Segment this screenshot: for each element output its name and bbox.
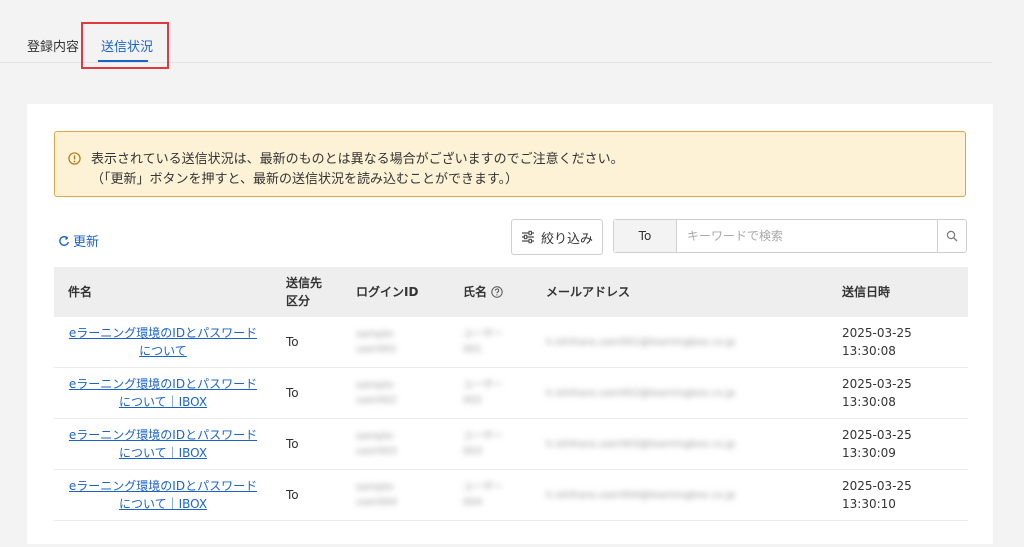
cell-recipient-type: To [272,367,342,419]
tab-registration[interactable]: 登録内容 [27,36,79,55]
warning-icon [68,152,81,165]
cell-name: ユーザー 002 [449,367,532,419]
header-subject: 件名 [54,267,272,317]
cell-name: ユーザー 001 [449,317,532,368]
notice-text-line2: （「更新」ボタンを押すと、最新の送信状況を読み込むことができます。） [91,172,519,187]
cell-sent-at: 2025-03-25 13:30:09 [828,418,968,470]
notice-text-line1: 表示されている送信状況は、最新のものとは異なる場合がございますのでご注意ください… [91,152,624,167]
cell-recipient-type: To [272,317,342,368]
cell-email: h.ishihara.user004@learningbox.co.jp [532,469,828,521]
active-tab-indicator [98,60,148,62]
cell-subject: eラーニング環境のIDとパスワード について｜IBOX [54,469,272,521]
tab-send-status[interactable]: 送信状況 [101,36,153,55]
cell-sent-at: 2025-03-25 13:30:08 [828,367,968,419]
refresh-label: 更新 [73,235,100,250]
filter-button[interactable]: 絞り込み [511,219,603,255]
cell-login-id: sample-user001 [342,317,449,368]
send-status-table: 件名 送信先 区分 ログインID 氏名 メールアドレス 送信日時 eラーニング環境… [54,267,968,547]
sliders-icon [521,230,534,244]
subject-link[interactable]: eラーニング環境のIDとパスワード について [69,326,257,358]
content-card: 表示されている送信状況は、最新のものとは異なる場合がございますのでご注意ください… [27,104,993,544]
help-icon[interactable] [491,286,503,298]
cell-sent-at: 2025-03-25 13:30:10 [828,469,968,521]
cell-login-id: sample-user002 [342,367,449,419]
tab-bar: 登録内容 送信状況 [0,0,992,63]
table-header-row: 件名 送信先 区分 ログインID 氏名 メールアドレス 送信日時 [54,267,968,317]
table-row: eラーニング環境のIDとパスワード について｜IBOX To sample-user0… [54,367,968,419]
cell-subject: eラーニング環境のIDとパスワード について｜IBOX [54,418,272,470]
header-name: 氏名 [449,267,532,317]
filter-label: 絞り込み [540,231,593,247]
cell-subject: eラーニング環境のIDとパスワード について｜IBOX [54,367,272,419]
cell-subject: eラーニング環境のIDとパスワード について [54,317,272,368]
header-login-id: ログインID [342,267,449,317]
cell-login-id: sample-user004 [342,469,449,521]
search-icon [946,230,958,242]
subject-link[interactable]: eラーニング環境のIDとパスワード について｜IBOX [69,377,257,409]
table-row: eラーニング環境のIDとパスワード について｜IBOX To sample-user0… [54,418,968,470]
table-row: eラーニング環境のIDとパスワード について｜IBOX To sample-user0… [54,469,968,521]
refresh-icon [59,235,69,246]
header-sent-at: 送信日時 [828,267,968,317]
cell-email: h.ishihara.user002@learningbox.co.jp [532,367,828,419]
search-target-select[interactable]: To [614,220,677,252]
cell-login-id: sample-user003 [342,418,449,470]
subject-link[interactable]: eラーニング環境のIDとパスワード について｜IBOX [69,479,257,511]
cell-sent-at: 2025-03-25 13:30:08 [828,317,968,368]
search-group: To [613,219,967,253]
notice-banner: 表示されている送信状況は、最新のものとは異なる場合がございますのでご注意ください… [54,131,966,197]
refresh-button[interactable]: 更新 [58,231,99,250]
cell-name: ユーザー 004 [449,469,532,521]
subject-link[interactable]: eラーニング環境のIDとパスワード について｜IBOX [69,428,257,460]
table-row: eラーニング環境のIDとパスワード について To sample-user001 ユーザ… [54,317,968,368]
header-recipient-type: 送信先 区分 [272,267,342,317]
search-button[interactable] [937,220,966,252]
cell-recipient-type: To [272,469,342,521]
search-input[interactable] [677,220,937,252]
cell-recipient-type: To [272,418,342,470]
cell-email: h.ishihara.user003@learningbox.co.jp [532,418,828,470]
cell-name: ユーザー 003 [449,418,532,470]
cell-email: h.ishihara.user001@learningbox.co.jp [532,317,828,368]
header-email: メールアドレス [532,267,828,317]
